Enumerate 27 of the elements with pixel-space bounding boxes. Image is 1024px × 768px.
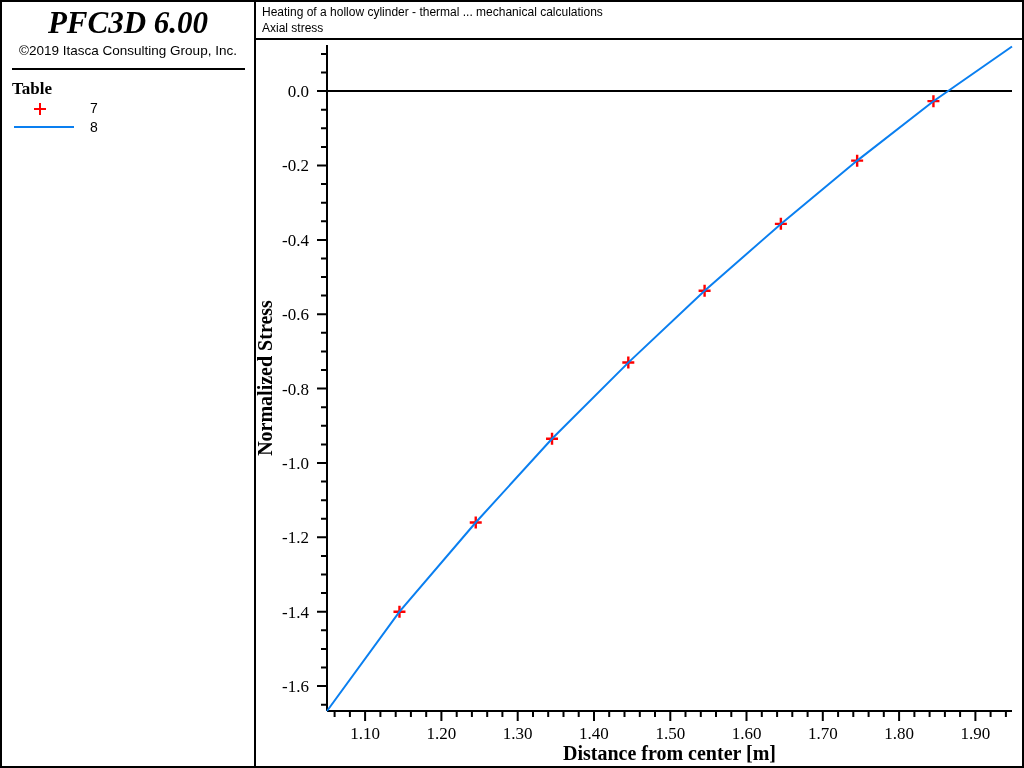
legend-title: Table — [12, 80, 53, 98]
y-tick-label: -1.4 — [282, 602, 309, 622]
x-tick-label: 1.30 — [502, 724, 533, 743]
copyright-text: ©2019 Itasca Consulting Group, Inc. — [18, 42, 238, 60]
y-tick-label: -0.8 — [282, 379, 309, 399]
legend-label: 7 — [90, 99, 98, 116]
x-tick-label: 1.10 — [350, 724, 380, 743]
x-tick-label: 1.60 — [731, 724, 762, 743]
y-tick-label: -0.4 — [282, 230, 309, 250]
y-tick-label: -0.2 — [282, 156, 309, 176]
x-tick-label: 1.50 — [655, 724, 686, 743]
y-tick-label: -1.2 — [282, 528, 309, 548]
x-tick-label: 1.90 — [960, 724, 991, 743]
y-axis-label: Normalized Stress — [256, 300, 276, 456]
x-tick-label: 1.80 — [884, 724, 914, 743]
legend-label: 8 — [90, 118, 98, 135]
x-axis-label: Distance from center [m] — [562, 742, 777, 764]
x-tick-label: 1.40 — [579, 724, 609, 743]
x-tick-label: 1.20 — [426, 724, 457, 743]
y-tick-label: -1.6 — [282, 677, 309, 697]
product-title: PFC3D 6.00 — [46, 4, 210, 42]
y-tick-label: -0.6 — [282, 305, 309, 325]
y-tick-label: -1.0 — [282, 453, 309, 473]
y-tick-label: 0.0 — [287, 82, 309, 102]
plot-title: Heating of a hollow cylinder - thermal ... mechanical calculations — [262, 4, 604, 20]
plot-subtitle: Axial stress — [262, 20, 325, 36]
x-tick-label: 1.70 — [807, 724, 838, 743]
